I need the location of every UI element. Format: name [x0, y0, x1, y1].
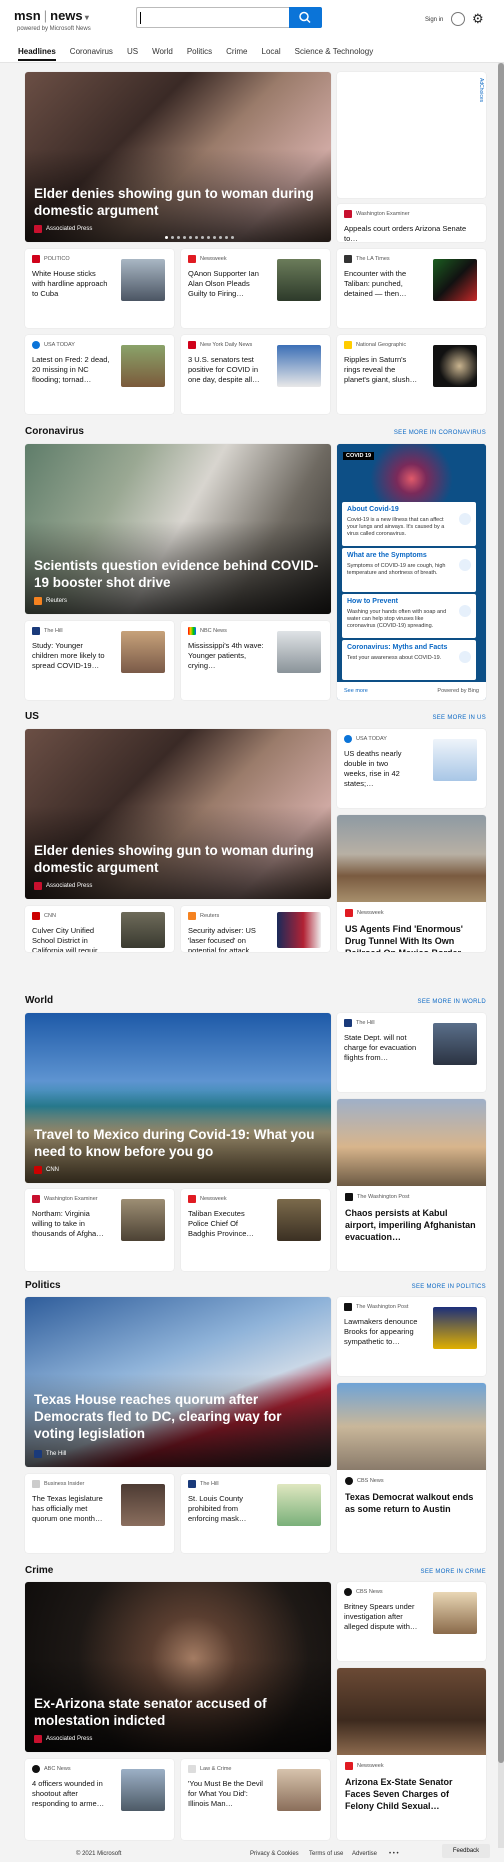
- tall-story-card[interactable]: Newsweek Arizona Ex-State Senator Faces …: [337, 1668, 486, 1840]
- search-button[interactable]: [289, 7, 322, 28]
- powered-by-bing: Powered by Bing: [437, 688, 479, 694]
- virus-icon: [459, 651, 471, 663]
- nav-crime[interactable]: Crime: [226, 47, 247, 61]
- covid-badge: COVID 19: [343, 452, 375, 460]
- story-card[interactable]: USA TODAY Latest on Fred: 2 dead, 20 mis…: [25, 335, 174, 414]
- hero-title: Elder denies showing gun to woman during…: [34, 186, 314, 218]
- tall-story-card[interactable]: The Washington Post Chaos persists at Ka…: [337, 1099, 486, 1271]
- story-card[interactable]: USA TODAY US deaths nearly double in two…: [337, 729, 486, 808]
- story-card[interactable]: POLITICO White House sticks with hardlin…: [25, 249, 174, 328]
- tall-story-card[interactable]: Newsweek US Agents Find 'Enormous' Drug …: [337, 815, 486, 952]
- section-heading-crime: Crime: [25, 1565, 54, 1576]
- feedback-button[interactable]: Feedback: [442, 1844, 490, 1858]
- story-card[interactable]: The LA Times Encounter with the Taliban:…: [337, 249, 486, 328]
- story-card[interactable]: Law & Crime 'You Must Be the Devil for W…: [181, 1759, 330, 1840]
- story-card[interactable]: New York Daily News 3 U.S. senators test…: [181, 335, 330, 414]
- msn-news-logo[interactable]: msn | news ▾: [14, 8, 89, 23]
- ad-slot[interactable]: AdChoices: [337, 72, 486, 198]
- powered-by-text: powered by Microsoft News: [17, 26, 91, 32]
- story-card[interactable]: ABC News 4 officers wounded in shootout …: [25, 1759, 174, 1840]
- ad-choices-label[interactable]: AdChoices: [478, 78, 484, 102]
- more-icon[interactable]: • • •: [389, 1851, 399, 1857]
- chevron-down-icon: ▾: [82, 13, 89, 22]
- footer-link-advertise[interactable]: Advertise: [352, 1851, 377, 1857]
- nav-headlines[interactable]: Headlines: [18, 47, 56, 61]
- nav-local[interactable]: Local: [262, 47, 281, 61]
- see-more-coronavirus[interactable]: SEE MORE IN CORONAVIRUS: [394, 430, 486, 436]
- covid-about-item[interactable]: About Covid-19 Covid-19 is a new illness …: [342, 502, 476, 546]
- carousel-dots[interactable]: [165, 236, 234, 239]
- covid-symptoms-item[interactable]: What are the Symptoms Symptoms of COVID-1…: [342, 548, 476, 592]
- thermometer-icon: [459, 559, 471, 571]
- hero-source: Associated Press: [34, 225, 92, 233]
- brand-label: msn: [14, 8, 41, 23]
- story-card[interactable]: National Geographic Ripples in Saturn's …: [337, 335, 486, 414]
- story-card[interactable]: The Hill St. Louis County prohibited fro…: [181, 1474, 330, 1553]
- covid-prevent-item[interactable]: How to Prevent Washing your hands often w…: [342, 594, 476, 638]
- category-nav: Headlines Coronavirus US World Politics …: [18, 47, 373, 61]
- sign-in-link[interactable]: Sign in: [425, 17, 443, 23]
- scrollbar[interactable]: [498, 63, 504, 1848]
- footer-link-privacy[interactable]: Privacy & Cookies: [250, 1851, 299, 1857]
- story-card[interactable]: Washington Examiner Northam: Virginia wi…: [25, 1189, 174, 1271]
- see-more-world[interactable]: SEE MORE IN WORLD: [418, 999, 486, 1005]
- see-more-crime[interactable]: SEE MORE IN CRIME: [421, 1569, 486, 1575]
- tall-story-card[interactable]: CBS News Texas Democrat walkout ends as …: [337, 1383, 486, 1553]
- copyright: © 2021 Microsoft: [76, 1851, 122, 1857]
- coronavirus-hero-story[interactable]: Scientists question evidence behind COVI…: [25, 444, 331, 614]
- footer: © 2021 Microsoft Privacy & Cookies Terms…: [0, 1848, 504, 1862]
- footer-link-terms[interactable]: Terms of use: [309, 1851, 343, 1857]
- story-card[interactable]: Business Insider The Texas legislature h…: [25, 1474, 174, 1553]
- avatar[interactable]: [451, 12, 465, 26]
- nav-politics[interactable]: Politics: [187, 47, 212, 61]
- section-heading-us: US: [25, 711, 39, 722]
- story-card[interactable]: Reuters Security adviser: US 'laser focu…: [181, 906, 330, 952]
- info-icon: [459, 513, 471, 525]
- section-heading-world: World: [25, 995, 54, 1006]
- story-card[interactable]: The Washington Post Lawmakers denounce B…: [337, 1297, 486, 1376]
- story-card[interactable]: The Hill State Dept. will not charge for…: [337, 1013, 486, 1092]
- story-card[interactable]: Newsweek QAnon Supporter Ian Alan Olson …: [181, 249, 330, 328]
- section-heading-politics: Politics: [25, 1280, 61, 1291]
- us-hero-story[interactable]: Elder denies showing gun to woman during…: [25, 729, 331, 899]
- story-card[interactable]: CBS News Britney Spears under investigat…: [337, 1582, 486, 1661]
- nav-world[interactable]: World: [152, 47, 173, 61]
- see-more-us[interactable]: SEE MORE IN US: [432, 715, 486, 721]
- see-more-politics[interactable]: SEE MORE IN POLITICS: [412, 1284, 486, 1290]
- politics-hero-story[interactable]: Texas House reaches quorum after Democra…: [25, 1297, 331, 1467]
- gear-icon[interactable]: ⚙: [472, 12, 484, 25]
- section-heading-coronavirus: Coronavirus: [25, 426, 84, 437]
- top-header: msn | news ▾ powered by Microsoft News Sig…: [0, 0, 504, 63]
- story-card[interactable]: NBC News Mississippi's 4th wave: Younger…: [181, 621, 330, 700]
- story-card[interactable]: CNN Culver City Unified School District …: [25, 906, 174, 952]
- story-card[interactable]: The Hill Study: Younger children more li…: [25, 621, 174, 700]
- ap-logo-icon: [34, 225, 42, 233]
- top-hero-story[interactable]: Elder denies showing gun to woman during…: [25, 72, 331, 242]
- world-hero-story[interactable]: Travel to Mexico during Covid-19: What y…: [25, 1013, 331, 1183]
- crime-hero-story[interactable]: Ex-Arizona state senator accused of mole…: [25, 1582, 331, 1752]
- nav-science-technology[interactable]: Science & Technology: [295, 47, 374, 61]
- nav-us[interactable]: US: [127, 47, 138, 61]
- nav-coronavirus[interactable]: Coronavirus: [70, 47, 113, 61]
- top-side-story[interactable]: Washington Examiner Appeals court orders…: [337, 204, 486, 242]
- story-card[interactable]: Newsweek Taliban Executes Police Chief O…: [181, 1189, 330, 1271]
- search-icon: [299, 11, 311, 24]
- handwash-icon: [459, 605, 471, 617]
- product-label: news: [50, 8, 83, 23]
- covid-myths-item[interactable]: Coronavirus: Myths and Facts Test your aw…: [342, 640, 476, 680]
- covid-see-more-link[interactable]: See more: [344, 688, 368, 694]
- covid-info-panel: COVID 19 About Covid-19 Covid-19 is a new…: [337, 444, 486, 700]
